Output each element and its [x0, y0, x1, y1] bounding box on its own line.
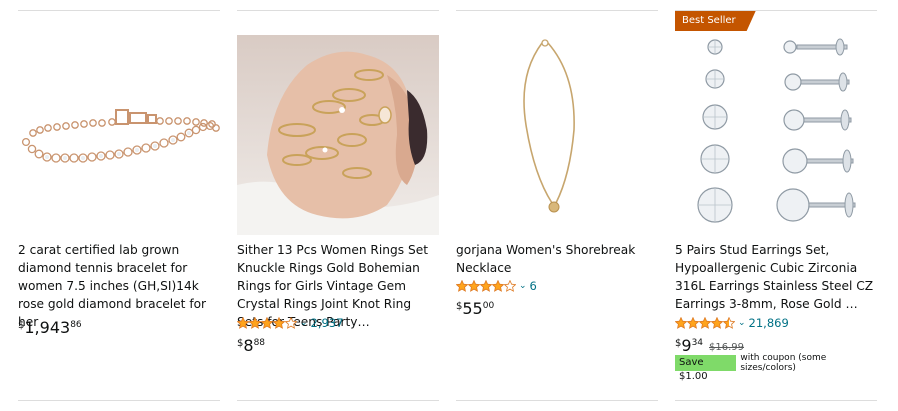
best-seller-badge: Best Seller — [675, 11, 756, 31]
price-fraction: 86 — [70, 320, 82, 330]
product-price: $ 1,943 86 — [18, 318, 82, 338]
product-image-earrings[interactable] — [675, 35, 877, 235]
product-card[interactable]: gorjana Women's Shorebreak Necklace ⌄ 6 … — [456, 0, 658, 411]
price-whole: 55 — [462, 299, 483, 318]
price-fraction: 00 — [482, 301, 495, 311]
product-rating[interactable]: ⌄ 2,937 — [237, 316, 343, 330]
product-price: $ 55 00 — [456, 299, 494, 319]
star-icon — [480, 280, 492, 292]
star-icon — [261, 317, 273, 329]
review-count[interactable]: 21,869 — [749, 316, 789, 330]
star-icon — [237, 317, 249, 329]
star-icon — [285, 317, 297, 329]
rating-stars — [237, 317, 297, 329]
coupon-badge[interactable]: Save $1.00 — [675, 355, 737, 382]
price-fraction: 34 — [691, 338, 704, 348]
list-price: $16.99 — [709, 342, 745, 353]
price-fraction: 88 — [253, 338, 266, 348]
product-title[interactable]: gorjana Women's Shorebreak Necklace — [456, 241, 658, 277]
star-icon — [504, 280, 516, 292]
rating-stars — [456, 280, 516, 292]
star-icon — [273, 317, 285, 329]
product-card[interactable]: 2 carat certified lab grown diamond tenn… — [18, 0, 220, 411]
star-icon — [699, 317, 711, 329]
product-title[interactable]: 5 Pairs Stud Earrings Set, Hypoallergeni… — [675, 241, 877, 313]
star-icon — [723, 317, 735, 329]
coupon-row[interactable]: Save $1.00 with coupon (some sizes/color… — [675, 353, 877, 382]
rating-stars — [675, 317, 735, 329]
star-icon — [711, 317, 723, 329]
product-image-bracelet[interactable] — [18, 35, 220, 235]
product-rating[interactable]: ⌄ 6 — [456, 279, 537, 293]
star-icon — [456, 280, 468, 292]
star-icon — [468, 280, 480, 292]
star-icon — [492, 280, 504, 292]
price-whole: 1,943 — [24, 318, 71, 337]
chevron-down-icon[interactable]: ⌄ — [738, 318, 746, 328]
product-price: $ 8 88 — [237, 336, 265, 356]
star-icon — [249, 317, 261, 329]
product-rating[interactable]: ⌄ 21,869 — [675, 316, 789, 330]
product-image-necklace[interactable] — [456, 35, 658, 235]
review-count[interactable]: 2,937 — [311, 316, 344, 330]
coupon-text: with coupon (some sizes/colors) — [740, 353, 827, 373]
chevron-down-icon[interactable]: ⌄ — [519, 281, 527, 291]
review-count[interactable]: 6 — [530, 279, 537, 293]
star-icon — [687, 317, 699, 329]
price-whole: 8 — [243, 336, 254, 355]
star-icon — [675, 317, 687, 329]
product-card[interactable]: Best Seller 5 Pairs Stud Earrings Set, H… — [675, 0, 877, 411]
product-image-rings[interactable] — [237, 35, 439, 235]
product-card[interactable]: Sither 13 Pcs Women Rings Set Knuckle Ri… — [237, 0, 439, 411]
chevron-down-icon[interactable]: ⌄ — [300, 318, 308, 328]
